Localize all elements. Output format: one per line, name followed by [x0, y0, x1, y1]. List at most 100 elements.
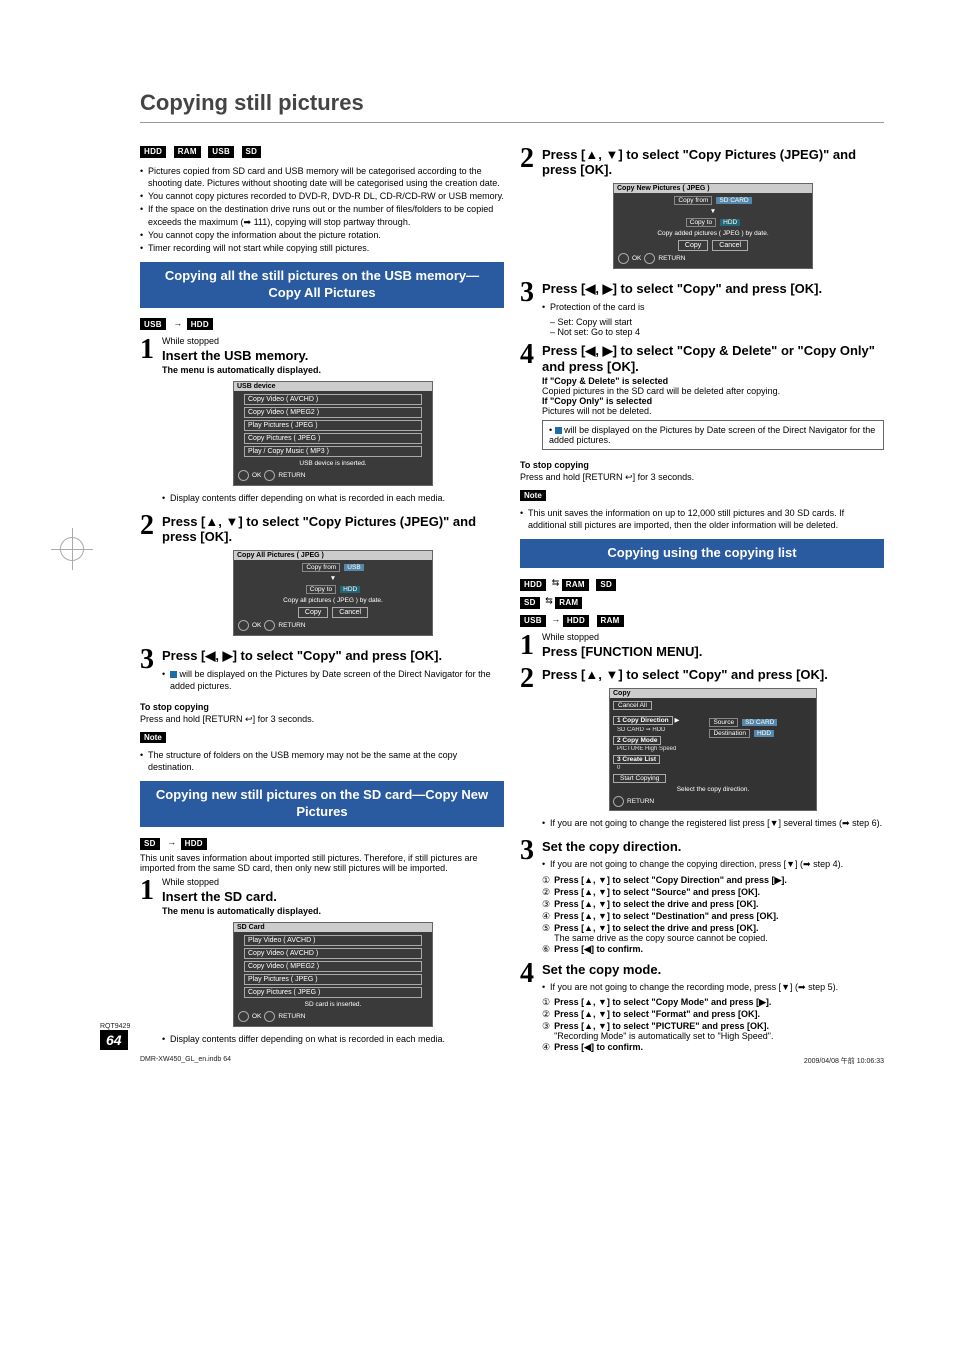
copy-mode-item: 2 Copy Mode	[613, 736, 661, 745]
copy-to-label: Copy to	[686, 218, 716, 227]
step-instruction: Press [◀, ▶] to select "Copy & Delete" o…	[542, 343, 884, 374]
sub-step: Press [▲, ▼] to select "Destination" and…	[554, 911, 884, 922]
step-precondition: While stopped	[162, 877, 504, 887]
copy-from-label: Copy from	[302, 563, 340, 572]
circled-number: ④	[542, 1042, 550, 1053]
step-sub-line: – Not set: Go to step 4	[550, 327, 884, 337]
create-list-value: 0	[617, 765, 679, 771]
cancel-button: Cancel	[712, 240, 748, 251]
destination-value: HDD	[754, 730, 774, 737]
chip-sd: SD	[140, 838, 160, 850]
new-marker-icon	[170, 671, 177, 678]
chip-hdd: HDD	[563, 615, 589, 627]
step-number: 1	[140, 336, 154, 508]
chip-ram: RAM	[562, 579, 589, 591]
arrow-icon: →	[549, 614, 563, 624]
arrow-down-icon: ▼	[238, 575, 428, 582]
panel-title: Copy	[610, 689, 816, 698]
ok-icon	[238, 620, 249, 631]
chip-hdd: HDD	[520, 579, 546, 591]
step-sub: Protection of the card is	[542, 301, 884, 313]
sub-step: Press [◀] to confirm.	[554, 944, 884, 955]
arrow-down-icon: ▼	[618, 208, 808, 215]
chip-hdd: HDD	[187, 318, 213, 330]
panel-title: USB device	[234, 382, 432, 391]
step-instruction: Set the copy direction.	[542, 839, 884, 854]
sub-step: Press [◀] to confirm.	[554, 1042, 884, 1053]
panel-hint: USB device is inserted.	[238, 460, 428, 467]
copy-direction-value: SD CARD ➞ HDD	[617, 726, 679, 733]
step-after-note: Display contents differ depending on wha…	[162, 492, 504, 504]
step-number: 1	[520, 632, 534, 661]
stop-copying-heading: To stop copying	[140, 702, 504, 712]
menu-item: Play Pictures ( JPEG )	[244, 420, 422, 431]
arrow-icon: →	[167, 837, 176, 847]
ok-label: OK	[252, 472, 261, 479]
sub-step: Press [▲, ▼] to select the drive and pre…	[554, 899, 884, 910]
return-icon	[613, 796, 624, 807]
menu-item: Copy Pictures ( JPEG )	[244, 987, 422, 998]
copy-button: Copy	[298, 607, 328, 618]
circled-number: ⑤	[542, 923, 550, 943]
step-after-note: If you are not going to change the regis…	[542, 817, 884, 829]
sub-step: Press [▲, ▼] to select "Format" and pres…	[554, 1009, 884, 1020]
circled-number: ③	[542, 899, 550, 910]
step-after-note: Display contents differ depending on wha…	[162, 1033, 504, 1045]
return-icon	[644, 253, 655, 264]
step-prenote: If you are not going to change the recor…	[542, 981, 884, 993]
copy-to-value: HDD	[720, 219, 740, 226]
return-icon	[264, 1011, 275, 1022]
flow-sd-to-hdd: SD → HDD	[140, 833, 504, 851]
copy-from-label: Copy from	[674, 196, 712, 205]
step-number: 3	[140, 646, 154, 696]
sub-step: Press [▲, ▼] to select "Source" and pres…	[554, 887, 884, 898]
copy-direction-item: 1 Copy Direction	[613, 716, 673, 725]
sec2-intro: This unit saves information about import…	[140, 853, 504, 873]
step-sub-line: – Set: Copy will start	[550, 317, 884, 327]
step-icon-note: will be displayed on the Pictures by Dat…	[162, 668, 504, 692]
panel-hint: SD card is inserted.	[238, 1001, 428, 1008]
copy-all-pictures-dialog: Copy All Pictures ( JPEG ) Copy fromUSB …	[233, 550, 433, 636]
page-number-block: RQT9429 64	[100, 1023, 130, 1050]
note-tag: Note	[140, 732, 166, 743]
return-label: RETURN	[278, 472, 305, 479]
chip-ram: RAM	[597, 615, 624, 627]
ok-icon	[238, 1011, 249, 1022]
flow-usb-to-hdd: USB → HDD	[140, 314, 504, 332]
return-icon	[264, 620, 275, 631]
copy-new-pictures-dialog: Copy New Pictures ( JPEG ) Copy fromSD C…	[613, 183, 813, 269]
circled-number: ④	[542, 911, 550, 922]
sub-step: Press [▲, ▼] to select "PICTURE" and pre…	[554, 1021, 884, 1041]
chip-hdd: HDD	[140, 146, 166, 158]
return-label: RETURN	[278, 622, 305, 629]
sub-step: Press [▲, ▼] to select "Copy Mode" and p…	[554, 997, 884, 1008]
step-condition: If "Copy Only" is selected	[542, 396, 884, 406]
chip-ram: RAM	[555, 597, 582, 609]
menu-item: Copy Video ( MPEG2 )	[244, 961, 422, 972]
step-instruction: Press [FUNCTION MENU].	[542, 644, 884, 659]
step-number: 3	[520, 279, 534, 337]
same-drive-note: The same drive as the copy source cannot…	[554, 933, 768, 943]
section-copy-all-usb: Copying all the still pictures on the US…	[140, 262, 504, 308]
step-number: 1	[140, 877, 154, 1049]
step-icon-note-text: will be displayed on the Pictures by Dat…	[170, 669, 491, 691]
step-instruction: Press [▲, ▼] to select "Copy Pictures (J…	[542, 147, 884, 177]
menu-item: Copy Video ( AVCHD )	[244, 948, 422, 959]
create-list-label: Create List	[622, 756, 656, 763]
stop-copying-body: Press and hold [RETURN ↩] for 3 seconds.	[140, 714, 504, 725]
sub-step: Press [▲, ▼] to select "Copy Direction" …	[554, 875, 884, 886]
sd-card-menu: SD Card Play Video ( AVCHD ) Copy Video …	[233, 922, 433, 1027]
menu-item: Play Pictures ( JPEG )	[244, 974, 422, 985]
right-column: 2 Press [▲, ▼] to select "Copy Pictures …	[520, 141, 884, 1054]
cancel-button: Cancel	[332, 607, 368, 618]
footer-left: DMR-XW450_GL_en.indb 64	[140, 1056, 231, 1066]
source-value: SD CARD	[742, 719, 777, 726]
step-subnote: The menu is automatically displayed.	[162, 365, 504, 375]
step-precondition: While stopped	[542, 632, 884, 642]
intro-bullet: You cannot copy the information about th…	[140, 229, 504, 241]
copy-list-dialog: Copy Cancel All 1 Copy Direction ▶ SD CA…	[609, 688, 817, 811]
return-label: RETURN	[627, 798, 654, 805]
arrow-icon: →	[173, 318, 182, 328]
cancel-all-button: Cancel All	[613, 701, 652, 710]
intro-bullet: Pictures copied from SD card and USB mem…	[140, 165, 504, 189]
